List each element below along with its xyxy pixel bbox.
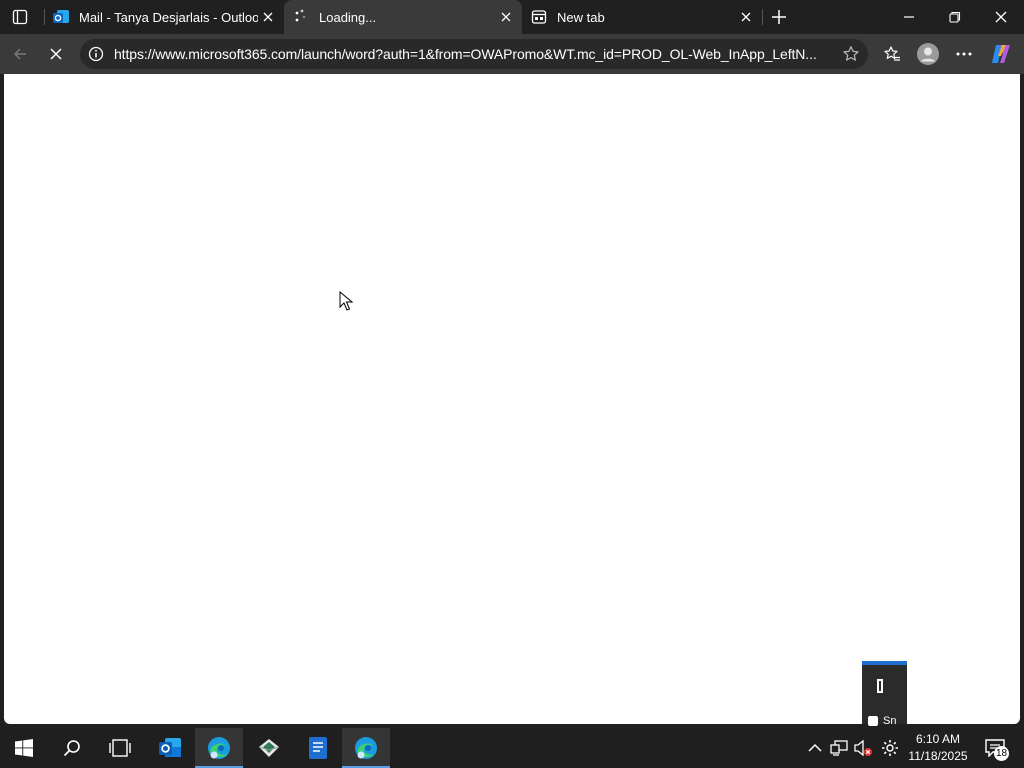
snip-overlay[interactable]: Sn [862, 661, 907, 727]
plus-icon [772, 10, 786, 24]
outlook-icon [159, 738, 181, 757]
minimize-icon [904, 16, 914, 18]
close-tab-icon[interactable] [736, 7, 756, 27]
network-button[interactable] [828, 728, 850, 768]
newtab-page-icon [530, 8, 548, 26]
snip-label: Sn [883, 715, 897, 727]
app-diamond-icon [258, 739, 280, 757]
back-arrow-icon [13, 48, 26, 60]
taskbar-outlook[interactable] [146, 728, 194, 768]
stop-icon [50, 48, 62, 60]
edge-icon [208, 737, 230, 759]
restore-icon [949, 11, 961, 23]
chevron-up-icon [808, 743, 822, 752]
taskbar-clock[interactable]: 6:10 AM 11/18/2025 [905, 731, 971, 765]
loading-icon [292, 8, 310, 26]
copilot-icon [992, 45, 1010, 63]
notification-center-button[interactable]: 18 [978, 728, 1012, 768]
outlook-icon [52, 8, 70, 26]
close-icon [995, 11, 1007, 23]
gear-icon [882, 740, 898, 756]
tab-actions-icon [12, 9, 28, 25]
word-icon [309, 737, 327, 759]
favorites-icon [884, 46, 900, 61]
tab-title: New tab [557, 9, 605, 25]
tab-title: Loading... [319, 9, 377, 25]
tab-actions-button[interactable] [6, 5, 34, 29]
page-viewport[interactable] [4, 74, 1020, 724]
show-hidden-icons-button[interactable] [804, 728, 826, 768]
url-text[interactable]: https://www.microsoft365.com/launch/word… [114, 46, 830, 62]
profile-button[interactable] [913, 39, 943, 69]
settings-more-button[interactable] [949, 39, 979, 69]
clock-time: 6:10 AM [915, 732, 961, 746]
search-icon [63, 740, 80, 757]
clock-date: 11/18/2025 [908, 749, 968, 763]
snip-option[interactable]: Sn [868, 715, 896, 727]
restore-button[interactable] [932, 0, 978, 34]
taskbar-app[interactable] [245, 728, 293, 768]
mouse-cursor-icon [339, 291, 353, 311]
new-tab-button[interactable] [766, 4, 792, 30]
copilot-button[interactable] [986, 39, 1016, 69]
taskbar-edge-2[interactable] [342, 728, 390, 768]
browser-toolbar: https://www.microsoft365.com/launch/word… [0, 34, 1024, 74]
more-dots-icon [956, 52, 972, 56]
task-view-icon [109, 739, 131, 757]
stop-loading-button[interactable] [41, 39, 71, 69]
close-window-button[interactable] [978, 0, 1024, 34]
volume-muted-icon [854, 739, 872, 757]
settings-button[interactable] [878, 728, 902, 768]
tab-title: Mail - Tanya Desjarlais - Outlook [79, 9, 258, 25]
snip-bar-icon [877, 679, 883, 693]
back-button[interactable] [5, 39, 35, 69]
windows-start-icon [15, 739, 33, 757]
site-info-icon[interactable] [88, 46, 104, 62]
snip-checkbox[interactable] [868, 716, 878, 726]
edge-icon [355, 737, 377, 759]
volume-button[interactable] [852, 728, 874, 768]
tab-separator [762, 9, 763, 25]
favorite-star-icon[interactable] [842, 45, 860, 63]
favorites-button[interactable] [877, 39, 907, 69]
close-tab-icon[interactable] [496, 7, 516, 27]
notification-count-badge: 18 [994, 746, 1010, 761]
tab-strip: Mail - Tanya Desjarlais - Outlook Loadin… [0, 0, 1024, 34]
taskbar-word[interactable] [294, 728, 342, 768]
task-view-button[interactable] [96, 728, 144, 768]
start-button[interactable] [0, 728, 48, 768]
address-bar[interactable]: https://www.microsoft365.com/launch/word… [80, 39, 868, 69]
taskbar-edge[interactable] [195, 728, 243, 768]
minimize-button[interactable] [886, 0, 932, 34]
tab-loading[interactable]: Loading... [284, 0, 522, 34]
close-tab-icon[interactable] [258, 7, 278, 27]
taskbar: 6:10 AM 11/18/2025 18 [0, 728, 1024, 768]
network-icon [830, 740, 848, 756]
tab-newtab[interactable]: New tab [522, 0, 762, 34]
tab-outlook[interactable]: Mail - Tanya Desjarlais - Outlook [44, 0, 284, 34]
profile-avatar-icon [917, 43, 939, 65]
search-button[interactable] [48, 728, 96, 768]
